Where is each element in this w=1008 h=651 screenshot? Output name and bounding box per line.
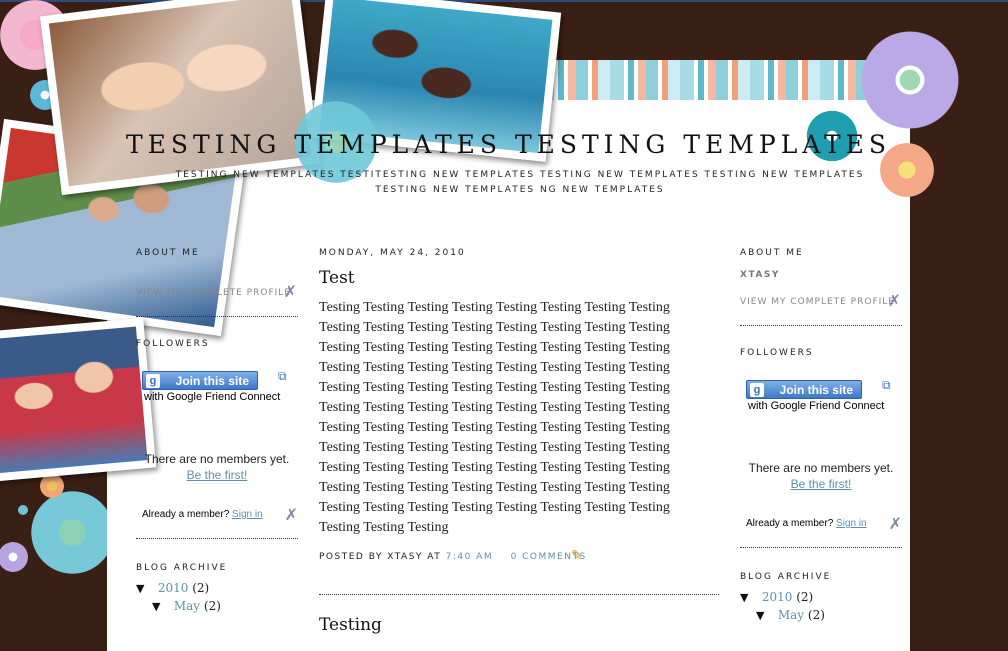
join-site-button[interactable]: g Join this site <box>746 380 862 399</box>
archive-month[interactable]: ▼ May (2) <box>152 599 298 613</box>
sign-in-link[interactable]: Sign in <box>836 518 867 529</box>
already-member: Already a member? Sign in ✗ <box>740 516 902 533</box>
post-title-2[interactable]: Testing <box>319 615 719 635</box>
author-name: XTASY <box>740 270 780 280</box>
triangle-down-icon[interactable]: ▼ <box>756 609 774 622</box>
divider <box>740 547 902 548</box>
profile-link-label[interactable]: VIEW MY COMPLETE PROFILE <box>136 288 291 298</box>
join-label: Join this site <box>779 383 853 397</box>
blog-title[interactable]: TESTING TEMPLATES TESTING TEMPLATES <box>107 130 910 159</box>
blog-description: TESTING NEW TEMPLATES TESTITESTING NEW T… <box>175 170 865 195</box>
archive-month[interactable]: ▼ May (2) <box>756 608 902 622</box>
flower-small-icon <box>18 505 28 515</box>
sign-in-link[interactable]: Sign in <box>232 509 263 520</box>
post-date: MONDAY, MAY 24, 2010 <box>319 248 466 258</box>
no-members-text: There are no members yet. <box>748 461 894 475</box>
post-footer: POSTED BY XTASY AT 7:40 AM 0 COMMENTS ✎ <box>319 548 719 564</box>
archive-year-count: (2) <box>796 590 814 604</box>
no-members-text: There are no members yet. <box>144 452 290 466</box>
header-stripes <box>540 60 870 100</box>
about-heading: ABOUT ME <box>740 248 804 258</box>
post-divider <box>319 594 719 595</box>
right-sidebar: ABOUT ME XTASY VIEW MY COMPLETE PROFILE … <box>740 248 902 622</box>
join-site-button[interactable]: g Join this site <box>142 371 258 390</box>
posted-by: POSTED BY XTASY AT <box>319 552 442 562</box>
archive-month-count: (2) <box>203 599 221 613</box>
wrench-icon[interactable]: ✗ <box>284 282 298 301</box>
popup-icon[interactable]: ⧉ <box>278 369 287 384</box>
post-time-link[interactable]: 7:40 AM <box>446 552 494 562</box>
top-border <box>0 0 1008 2</box>
archive-month-count: (2) <box>807 608 825 622</box>
profile-link-label[interactable]: VIEW MY COMPLETE PROFILE <box>740 297 895 307</box>
archive-heading: BLOG ARCHIVE <box>740 572 832 582</box>
profile-link[interactable]: VIEW MY COMPLETE PROFILE ✗ <box>136 282 298 301</box>
be-first-link[interactable]: Be the first! <box>187 468 248 482</box>
gfc-label: with Google Friend Connect <box>144 391 281 403</box>
left-sidebar: ABOUT ME VIEW MY COMPLETE PROFILE ✗ FOLL… <box>136 248 298 613</box>
divider <box>136 316 298 317</box>
main-column: MONDAY, MAY 24, 2010 Test Testing Testin… <box>319 248 719 635</box>
followers-heading: FOLLOWERS <box>136 339 210 349</box>
join-label: Join this site <box>175 374 249 388</box>
archive-year-count: (2) <box>192 581 210 595</box>
profile-link[interactable]: VIEW MY COMPLETE PROFILE ✗ <box>740 291 902 310</box>
archive-year[interactable]: ▼ 2010 (2) <box>136 581 298 595</box>
triangle-down-icon[interactable]: ▼ <box>136 582 154 595</box>
members-info: There are no members yet. Be the first! <box>740 460 902 492</box>
wrench-icon[interactable]: ✗ <box>888 291 902 310</box>
be-first-link[interactable]: Be the first! <box>791 477 852 491</box>
flower-teal-icon <box>30 490 115 575</box>
followers-heading: FOLLOWERS <box>740 348 814 358</box>
archive-year-link[interactable]: 2010 <box>762 590 793 604</box>
divider <box>136 538 298 539</box>
post-title[interactable]: Test <box>319 268 719 288</box>
wrench-icon[interactable]: ✗ <box>285 505 298 525</box>
google-icon: g <box>146 374 160 388</box>
flower-orange-icon <box>40 474 64 498</box>
already-member: Already a member? Sign in ✗ <box>136 507 298 524</box>
flower-lavender-large-icon <box>860 30 960 130</box>
archive-heading: BLOG ARCHIVE <box>136 563 228 573</box>
flower-lavender-icon <box>0 542 28 572</box>
gfc-widget: g Join this site ⧉ with Google Friend Co… <box>740 378 902 420</box>
divider <box>740 325 902 326</box>
google-icon: g <box>750 383 764 397</box>
already-member-text: Already a member? <box>142 509 230 520</box>
triangle-down-icon[interactable]: ▼ <box>740 591 758 604</box>
archive-month-link[interactable]: May <box>174 599 200 613</box>
archive-year[interactable]: ▼ 2010 (2) <box>740 590 902 604</box>
pencil-icon[interactable]: ✎ <box>571 548 584 564</box>
post-body: Testing Testing Testing Testing Testing … <box>319 300 670 535</box>
photo-birthday <box>40 0 320 196</box>
popup-icon[interactable]: ⧉ <box>882 378 891 393</box>
wrench-icon[interactable]: ✗ <box>889 514 902 534</box>
already-member-text: Already a member? <box>746 518 834 529</box>
gfc-label: with Google Friend Connect <box>748 400 885 412</box>
about-heading: ABOUT ME <box>136 248 200 258</box>
gfc-widget: g Join this site ⧉ with Google Friend Co… <box>136 369 298 411</box>
photo-family-winter <box>0 317 157 483</box>
archive-month-link[interactable]: May <box>778 608 804 622</box>
triangle-down-icon[interactable]: ▼ <box>152 600 170 613</box>
members-info: There are no members yet. Be the first! <box>136 451 298 483</box>
archive-year-link[interactable]: 2010 <box>158 581 189 595</box>
